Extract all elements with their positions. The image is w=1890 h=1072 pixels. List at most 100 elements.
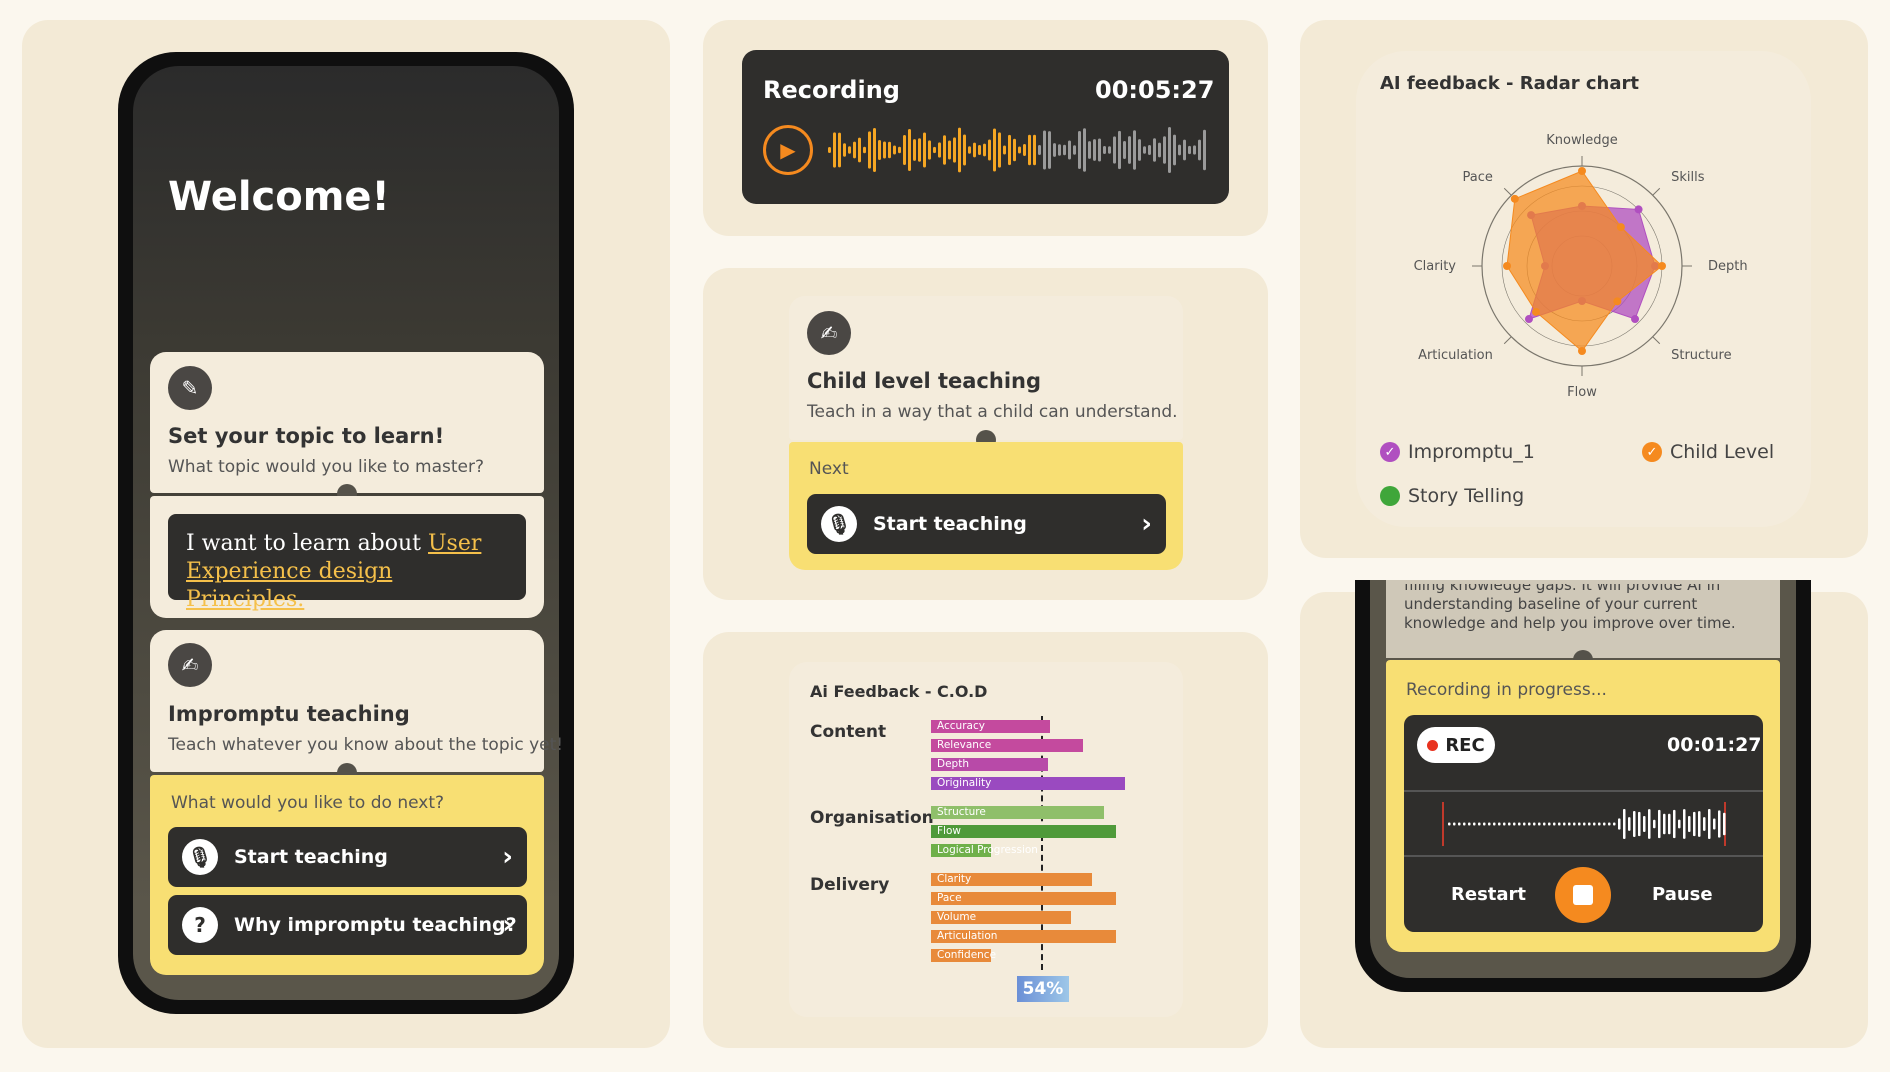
- child-level-subtitle: Teach in a way that a child can understa…: [807, 402, 1178, 422]
- cod-bar: Relevance: [931, 739, 1083, 752]
- waveform-bar: [1588, 822, 1591, 826]
- cod-card: [789, 662, 1183, 1017]
- cod-bar-label: Structure: [937, 806, 986, 818]
- waveform-bar: [1123, 141, 1126, 159]
- waveform-bar: [878, 140, 881, 160]
- cod-bar: Flow: [931, 825, 1116, 838]
- waveform-bar: [1643, 815, 1646, 833]
- waveform-bar: [1503, 822, 1506, 826]
- waveform-bar: [1118, 130, 1121, 170]
- waveform-bar: [828, 147, 831, 153]
- legend-impromptu: ✓ Impromptu_1: [1380, 441, 1535, 463]
- waveform-bar: [913, 139, 916, 161]
- waveform-bar: [1173, 134, 1176, 166]
- impromptu-title: Impromptu teaching: [168, 702, 410, 726]
- cod-bar: Originality: [931, 777, 1125, 790]
- waveform-bar: [1153, 138, 1156, 162]
- topic-input[interactable]: I want to learn about User Experience de…: [168, 514, 526, 612]
- waveform-bar: [1573, 822, 1576, 826]
- chevron-right-icon: ›: [502, 842, 513, 872]
- legend-story-telling-label: Story Telling: [1408, 485, 1525, 507]
- cod-title: Ai Feedback - C.O.D: [810, 682, 988, 701]
- why-impromptu-button[interactable]: ? Why impromptu teaching? ›: [168, 895, 527, 955]
- teacher-icon: ✍: [168, 643, 212, 687]
- cod-bar: Depth: [931, 758, 1048, 771]
- play-button[interactable]: ▶: [763, 125, 813, 175]
- waveform-bar: [933, 146, 936, 154]
- waveform-bar: [1463, 822, 1466, 826]
- stop-button[interactable]: [1555, 867, 1611, 923]
- microphone-icon: 🎙: [821, 506, 857, 542]
- waveform-bar: [1013, 138, 1016, 162]
- waveform-bar: [1548, 822, 1551, 826]
- why-impromptu-label: Why impromptu teaching?: [234, 914, 517, 936]
- child-level-title: Child level teaching: [807, 369, 1042, 393]
- rec-badge: REC: [1417, 727, 1495, 763]
- cod-bar-label: Accuracy: [937, 720, 985, 732]
- question-icon: ?: [182, 907, 218, 943]
- waveform-bar: [1083, 128, 1086, 172]
- radar-axis-label: Clarity: [1414, 259, 1457, 274]
- waveform-bar: [1183, 139, 1186, 161]
- cod-bar-label: Confidence: [937, 949, 997, 961]
- waveform-bar: [928, 140, 931, 160]
- radar-title: AI feedback - Radar chart: [1380, 73, 1639, 94]
- check-icon: ✓: [1642, 442, 1662, 462]
- waveform-bar: [1498, 822, 1501, 826]
- waveform-bar: [918, 138, 921, 162]
- restart-button[interactable]: Restart: [1451, 884, 1526, 905]
- waveform-bar: [1593, 822, 1596, 826]
- waveform-bar: [1518, 822, 1521, 826]
- waveform-bar: [1043, 130, 1046, 170]
- waveform-bar: [1148, 144, 1151, 156]
- waveform-bar: [1633, 811, 1636, 837]
- radar-point: [1578, 167, 1586, 175]
- waveform-bar: [1558, 822, 1561, 826]
- waveform-bar: [1598, 822, 1601, 826]
- teacher-icon: ✍: [807, 311, 851, 355]
- radar-axis-tick: [1652, 187, 1661, 196]
- radar-point: [1658, 262, 1666, 270]
- waveform-bar: [938, 142, 941, 158]
- waveform-bar: [1533, 822, 1536, 826]
- cod-summary: 54%: [1017, 976, 1069, 1002]
- legend-child-level: ✓ Child Level: [1642, 441, 1774, 463]
- pencil-icon: ✎: [168, 366, 212, 410]
- waveform-bar: [988, 139, 991, 161]
- radar-point: [1634, 205, 1643, 214]
- pause-button[interactable]: Pause: [1652, 884, 1713, 905]
- radar-point: [1503, 262, 1511, 270]
- waveform-bar: [1488, 822, 1491, 826]
- green-dot-icon: [1380, 486, 1400, 506]
- child-start-teaching-button[interactable]: 🎙 Start teaching ›: [807, 494, 1166, 554]
- waveform-bar: [873, 127, 876, 173]
- waveform-bar: [1103, 146, 1106, 154]
- rec-dot-icon: [1427, 739, 1439, 751]
- waveform-bar: [1648, 809, 1651, 839]
- waveform-bar: [1663, 813, 1666, 835]
- cod-bar: Logical Progression: [931, 844, 1038, 857]
- waveform-bar: [1098, 138, 1101, 162]
- waveform-bar: [848, 146, 851, 154]
- waveform-bar: [1073, 145, 1076, 155]
- radar-axis-label: Depth: [1708, 259, 1748, 274]
- waveform-bar: [1508, 822, 1511, 826]
- waveform-bar: [1543, 822, 1546, 826]
- radar-point: [1524, 315, 1533, 324]
- cod-group-label: Organisation: [810, 808, 934, 828]
- radar-point: [1616, 223, 1625, 232]
- waveform-bar: [838, 132, 841, 168]
- recording-time: 00:05:27: [1095, 76, 1215, 104]
- cod-bar-label: Pace: [937, 892, 962, 904]
- waveform-bar: [863, 146, 866, 154]
- waveform-bar: [1678, 819, 1681, 829]
- start-teaching-button[interactable]: 🎙 Start teaching ›: [168, 827, 527, 887]
- radar-axis-label: Knowledge: [1546, 133, 1617, 148]
- waveform-bar: [888, 141, 891, 159]
- cod-bar-label: Logical Progression: [937, 844, 1038, 856]
- waveform-bar: [1023, 144, 1026, 156]
- impromptu-subtitle: Teach whatever you know about the topic …: [168, 735, 564, 755]
- waveform-bar: [1453, 822, 1456, 826]
- cod-bar: Clarity: [931, 873, 1092, 886]
- waveform-bar: [1058, 144, 1061, 156]
